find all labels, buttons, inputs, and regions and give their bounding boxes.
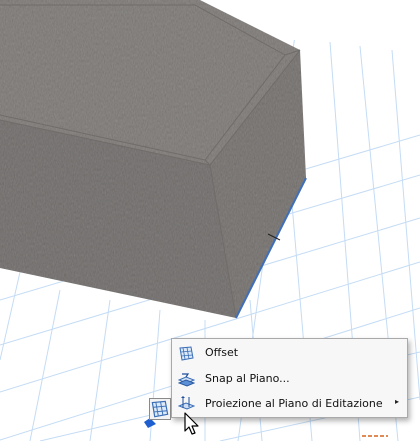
menu-item-label: Snap al Piano... xyxy=(205,372,290,385)
menu-item-label: Offset xyxy=(205,346,239,359)
submenu-arrow-icon: ▸ xyxy=(394,397,399,406)
projection-plane-icon xyxy=(177,396,196,413)
offset-icon xyxy=(150,400,170,423)
menu-item-snap-al-piano[interactable]: Snap al Piano... xyxy=(172,367,407,391)
corner-indicator xyxy=(362,435,388,437)
3d-viewport[interactable]: Offset Snap al Piano... Proiezione al Pi… xyxy=(0,0,420,441)
menu-item-proiezione[interactable]: Proiezione al Piano di Editazione ▸ xyxy=(172,392,407,416)
menu-item-label: Proiezione al Piano di Editazione xyxy=(205,397,383,410)
menu-item-offset[interactable]: Offset xyxy=(172,341,407,365)
pet-palette xyxy=(144,398,180,428)
snap-plane-icon xyxy=(177,371,196,388)
pointer-cursor-icon xyxy=(184,412,202,436)
pet-palette-offset-button[interactable] xyxy=(149,398,171,420)
context-menu: Offset Snap al Piano... Proiezione al Pi… xyxy=(171,338,408,418)
offset-icon xyxy=(178,345,195,362)
